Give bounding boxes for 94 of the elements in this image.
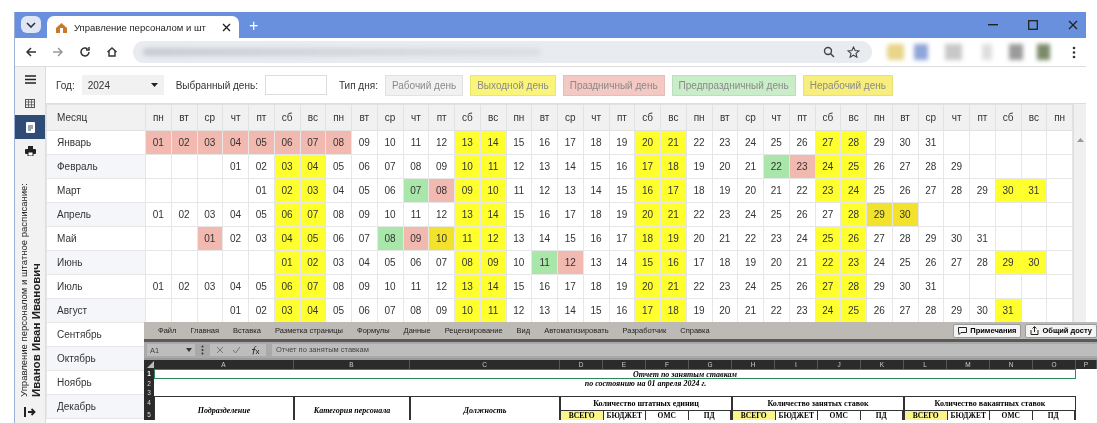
report-subtitle: по состоянию на 01 апреля 2024 г. (584, 379, 707, 389)
month-cell[interactable]: Июль (46, 274, 146, 299)
column-header: вт (531, 104, 558, 131)
user-name: Иванов Иван Иванович (30, 263, 42, 397)
column-header: пн (325, 104, 352, 131)
month-cell[interactable]: Апрель (46, 202, 146, 227)
column-header: вс (840, 104, 867, 131)
year-label: Год: (56, 79, 75, 91)
day-type-label: Тип дня: (338, 79, 378, 91)
column-header: пт (789, 104, 815, 131)
close-icon[interactable] (222, 22, 231, 32)
grid-icon (25, 98, 35, 108)
column-header: вс (480, 104, 506, 131)
menu-icon (24, 74, 36, 84)
column-header: пт (969, 104, 996, 131)
back-arrow-icon[interactable] (25, 46, 37, 58)
house-logo-icon (55, 21, 68, 33)
column-header: вт (892, 104, 918, 131)
column-header: вт (351, 104, 378, 131)
column-header: Месяц (46, 104, 146, 131)
tab-search-button[interactable] (21, 16, 41, 33)
column-header: ср (557, 104, 584, 131)
column-header: сб (815, 104, 841, 131)
column-header: сб (634, 104, 661, 131)
column-header: пт (609, 104, 635, 131)
home-icon[interactable] (106, 46, 118, 58)
column-header: чт (222, 104, 249, 131)
column-header: ср (918, 104, 944, 131)
column-header: чт (763, 104, 790, 131)
column-header: вс (660, 104, 687, 131)
column-header: сб (274, 104, 300, 131)
month-cell[interactable]: Февраль (46, 154, 146, 179)
column-header: пн (866, 104, 893, 131)
table-header: Категория персонала (294, 396, 410, 420)
month-cell[interactable]: Август (46, 298, 146, 323)
reload-icon[interactable] (79, 46, 91, 58)
speech-bubble-icon (958, 326, 968, 335)
month-cell[interactable]: Июнь (46, 250, 146, 275)
month-cell[interactable]: Март (46, 178, 146, 203)
column-header: ср (737, 104, 764, 131)
month-cell[interactable]: Декабрь (46, 394, 146, 419)
magnifier-icon[interactable] (823, 46, 835, 58)
column-header: ср (197, 104, 223, 131)
selected-day-label: Выбранный день: (175, 79, 258, 91)
share-icon (1030, 326, 1040, 335)
browser-tab[interactable]: Управление персоналом и шт (47, 16, 239, 38)
day-type-chip: Праздничный день (562, 74, 665, 96)
column-header: чт (943, 104, 970, 131)
more-menu-icon[interactable] (1072, 45, 1076, 59)
function-icon[interactable] (249, 345, 260, 355)
maximize-icon[interactable] (1028, 20, 1038, 30)
column-header: чт (583, 104, 609, 131)
tab-title: Управление персоналом и шт (74, 21, 207, 33)
day-type-chip: Рабочий день (384, 74, 464, 96)
day-type-chip: Выходной день (470, 74, 556, 96)
vertical-dots-icon (201, 345, 204, 355)
logout-icon[interactable] (24, 407, 36, 417)
vertical-scrollbar[interactable] (1073, 104, 1086, 322)
sidebar-item[interactable] (15, 115, 45, 139)
column-header: вс (1021, 104, 1047, 131)
selected-day-field[interactable] (264, 75, 327, 95)
column-header: вт (712, 104, 738, 131)
column-header: сб (995, 104, 1021, 131)
table-header: Подразделение (154, 396, 294, 420)
column-header: пн (1046, 104, 1073, 131)
column-header: сб (454, 104, 481, 131)
column-header: пт (428, 104, 455, 131)
report-title: Отчет по занятым ставкам (633, 370, 737, 378)
column-header: вт (171, 104, 197, 131)
column-header: чт (403, 104, 429, 131)
column-header: пн (686, 104, 712, 131)
column-header: пн (145, 104, 172, 131)
day-type-chip: Нерабочий день (802, 74, 893, 96)
column-header: пн (506, 104, 532, 131)
month-cell[interactable]: Май (46, 226, 146, 251)
printer-icon (24, 146, 36, 156)
star-icon[interactable] (847, 45, 860, 59)
month-cell[interactable]: Октябрь (46, 346, 146, 371)
month-cell[interactable]: Январь (46, 130, 146, 155)
table-header: Должность (410, 396, 560, 420)
chevron-down-icon (26, 21, 36, 28)
column-header: пт (248, 104, 275, 131)
select-all-corner-icon[interactable] (147, 361, 154, 368)
year-select[interactable]: 2024 (81, 75, 164, 95)
caret-icon (186, 348, 192, 352)
column-header: ср (377, 104, 403, 131)
day-type-chip: Предпраздничный день (671, 74, 796, 96)
check-icon[interactable] (232, 346, 241, 354)
app-caption: Управление персоналом и штатное расписание: (18, 183, 29, 397)
document-icon (25, 121, 35, 133)
minimize-icon[interactable] (988, 24, 998, 26)
forward-arrow-icon[interactable] (52, 46, 64, 58)
caret-icon (150, 83, 158, 87)
column-header: вс (300, 104, 326, 131)
